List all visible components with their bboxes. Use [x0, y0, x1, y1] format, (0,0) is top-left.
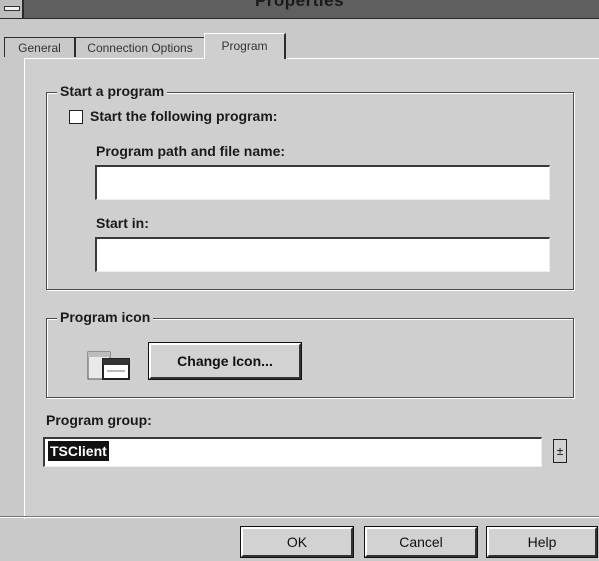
ok-button[interactable]: OK — [240, 526, 354, 558]
start-program-checkbox-label[interactable]: Start the following program: — [90, 108, 277, 124]
cancel-button[interactable]: Cancel — [364, 526, 478, 558]
title-bar: Properties — [0, 0, 599, 19]
divider-highlight — [0, 517, 599, 518]
tab-general[interactable]: General — [4, 37, 75, 57]
program-window-icon — [87, 347, 131, 386]
start-program-group-title: Start a program — [57, 83, 168, 99]
tab-program[interactable]: Program — [204, 33, 286, 59]
properties-dialog: Properties General Connection Options Pr… — [0, 0, 599, 561]
start-in-label: Start in: — [96, 215, 149, 231]
start-in-input[interactable] — [95, 237, 550, 272]
window-title: Properties — [254, 0, 345, 10]
program-group-select[interactable]: TSClient — [43, 437, 542, 467]
program-path-label: Program path and file name: — [96, 143, 286, 159]
program-group-label: Program group: — [46, 412, 152, 428]
change-icon-button[interactable]: Change Icon... — [148, 342, 302, 380]
program-group-selected-value: TSClient — [48, 441, 109, 461]
dropdown-arrow-icon[interactable]: ± — [553, 439, 567, 463]
tab-connection-options[interactable]: Connection Options — [75, 37, 205, 57]
program-path-input[interactable] — [95, 165, 550, 200]
program-icon-group-title: Program icon — [57, 309, 154, 325]
help-button[interactable]: Help — [486, 526, 598, 558]
start-program-checkbox[interactable] — [69, 110, 83, 124]
